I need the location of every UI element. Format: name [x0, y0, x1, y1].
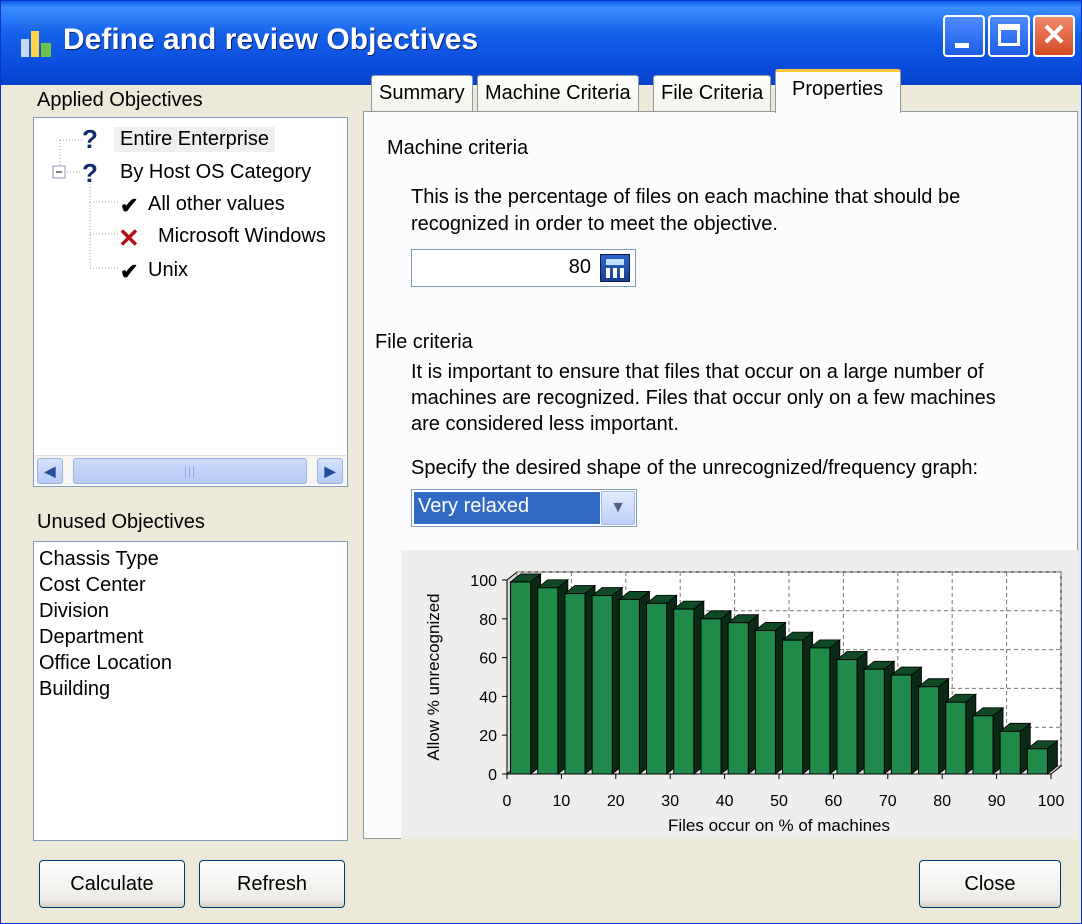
chart-ytick-label: 0	[488, 767, 497, 784]
tree-item-label: All other values	[148, 193, 285, 215]
chart-bar	[727, 622, 749, 775]
tab-properties[interactable]: Properties	[775, 69, 901, 113]
machine-criteria-description: This is the percentage of files on each …	[411, 186, 961, 208]
chart-ytick-label: 20	[479, 728, 497, 745]
unused-objectives-label: Unused Objectives	[37, 511, 205, 533]
check-icon: ✔	[120, 259, 139, 284]
tree-item-label: By Host OS Category	[120, 161, 312, 183]
chart-xtick-label: 10	[553, 793, 571, 810]
list-item[interactable]: Division	[39, 600, 109, 623]
chart-xtick-label: 20	[607, 793, 625, 810]
list-item[interactable]: Building	[39, 678, 110, 701]
machine-criteria-description: recognized in order to meet the objectiv…	[411, 213, 778, 235]
chart-bar	[890, 674, 912, 775]
tree-horizontal-scrollbar[interactable]: ◀ ||| ▶	[35, 455, 346, 485]
app-icon	[21, 31, 51, 57]
close-button[interactable]: Close	[919, 860, 1061, 908]
file-criteria-description: machines are recognized. Files that occu…	[411, 387, 996, 409]
chart-bar	[564, 593, 586, 775]
refresh-button[interactable]: Refresh	[199, 860, 345, 908]
chart-ytick-label: 80	[479, 612, 497, 629]
maximize-icon	[998, 24, 1020, 46]
scroll-right-button[interactable]: ▶	[317, 458, 343, 484]
dialog-window: Define and review Objectives ✕ Applied O…	[0, 0, 1082, 924]
scroll-left-button[interactable]: ◀	[37, 458, 63, 484]
chart-bar	[945, 701, 967, 775]
window-title: Define and review Objectives	[63, 23, 479, 56]
chart-bar	[754, 629, 776, 775]
list-item[interactable]: Chassis Type	[39, 548, 159, 571]
title-bar[interactable]: Define and review Objectives ✕	[1, 1, 1081, 85]
machine-percentage-value: 80	[568, 256, 591, 278]
applied-objectives-tree[interactable]: ? Entire Enterprise ? By Host OS Categor…	[33, 117, 348, 487]
unused-objectives-list[interactable]: Chassis Type Cost Center Division Depart…	[33, 541, 348, 841]
chart-bar	[1026, 748, 1048, 775]
scroll-thumb[interactable]: |||	[73, 458, 307, 484]
chart-bar	[673, 608, 695, 775]
chart-bar	[918, 686, 940, 775]
tree-item-label: Entire Enterprise	[114, 127, 275, 152]
chart-bar	[646, 602, 668, 775]
chart-svg: 0 20 40 60 80 100 0 10 20 30 40 50 60 70 80 90 100 Files …	[424, 570, 1065, 835]
unrecognized-frequency-chart: 0 20 40 60 80 100 0 10 20 30 40 50 60 70 80 90 100 Files …	[401, 550, 1078, 839]
chart-xtick-label: 100	[1038, 793, 1065, 810]
minimize-icon	[955, 43, 969, 48]
cross-icon: ✕	[118, 223, 140, 253]
chart-ytick-label: 60	[479, 651, 497, 668]
graph-shape-select[interactable]: Very relaxed ▼	[411, 489, 637, 527]
machine-criteria-heading: Machine criteria	[387, 137, 529, 159]
close-window-button[interactable]: ✕	[1033, 15, 1075, 57]
graph-shape-label: Specify the desired shape of the unrecog…	[411, 457, 979, 479]
tab-file-criteria[interactable]: File Criteria	[653, 75, 772, 111]
machine-criteria-divider	[551, 148, 1061, 149]
chart-xtick-label: 80	[933, 793, 951, 810]
chart-xtick-label: 0	[503, 793, 512, 810]
calculator-icon[interactable]	[600, 254, 630, 282]
applied-objectives-label: Applied Objectives	[37, 89, 203, 111]
chart-bar	[972, 715, 994, 775]
chart-ylabel: Allow % unrecognized	[424, 593, 443, 760]
file-criteria-description: It is important to ensure that files tha…	[411, 361, 984, 383]
chart-bar	[537, 587, 559, 775]
chart-bar	[809, 647, 831, 775]
question-icon: ?	[82, 158, 98, 188]
chart-xtick-label: 30	[661, 793, 679, 810]
list-item[interactable]: Cost Center	[39, 574, 146, 597]
minimize-button[interactable]	[943, 15, 985, 57]
tree-item-label: Unix	[148, 259, 189, 281]
chart-ytick-label: 40	[479, 689, 497, 706]
chart-bar	[618, 598, 640, 775]
chart-bar	[700, 618, 722, 775]
chart-bar	[510, 581, 532, 775]
file-criteria-divider	[491, 342, 1061, 343]
chart-ytick-label: 100	[470, 573, 497, 590]
graph-shape-selected-value: Very relaxed	[414, 492, 600, 524]
maximize-button[interactable]	[988, 15, 1030, 57]
chart-xtick-label: 60	[825, 793, 843, 810]
tab-summary[interactable]: Summary	[371, 75, 473, 111]
chart-bar	[999, 730, 1021, 775]
tab-machine-criteria[interactable]: Machine Criteria	[477, 75, 639, 111]
file-criteria-description: are considered less important.	[411, 413, 679, 435]
chevron-down-icon[interactable]: ▼	[601, 491, 635, 525]
list-item[interactable]: Office Location	[39, 652, 172, 675]
chart-xtick-label: 70	[879, 793, 897, 810]
question-icon: ?	[82, 124, 98, 154]
chart-bar	[836, 659, 858, 775]
chart-xlabel: Files occur on % of machines	[668, 816, 890, 835]
calculate-button[interactable]: Calculate	[39, 860, 185, 908]
machine-percentage-input[interactable]: 80	[411, 249, 636, 287]
chart-bar	[782, 639, 804, 775]
chart-bar	[591, 595, 613, 775]
file-criteria-heading: File criteria	[375, 331, 473, 353]
close-icon: ✕	[1041, 19, 1067, 52]
chart-xtick-label: 50	[770, 793, 788, 810]
list-item[interactable]: Department	[39, 626, 144, 649]
tree-item-label: Microsoft Windows	[158, 225, 326, 247]
chart-xtick-label: 90	[988, 793, 1006, 810]
chart-bar	[863, 668, 885, 775]
chart-xtick-label: 40	[716, 793, 734, 810]
check-icon: ✔	[120, 193, 139, 218]
